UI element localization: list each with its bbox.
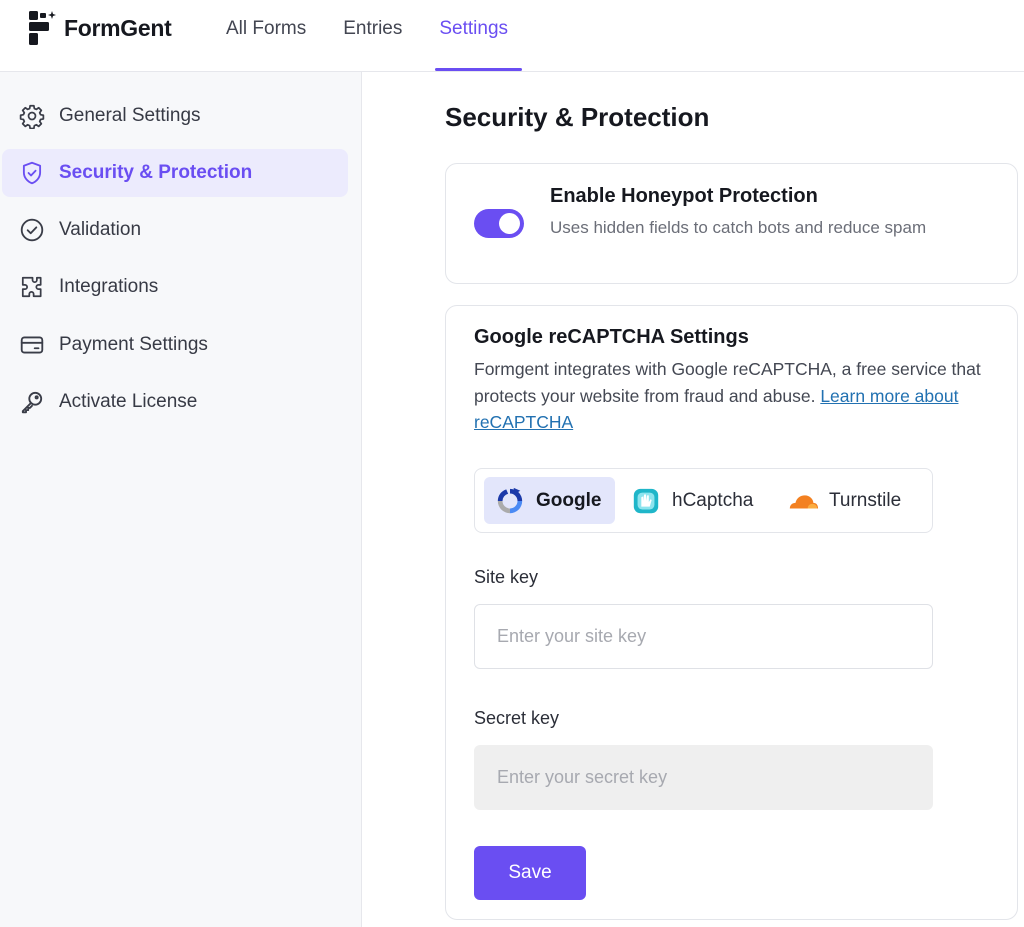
settings-sidebar: General Settings Security & Protection V… <box>0 72 362 927</box>
provider-google[interactable]: Google <box>484 477 615 524</box>
gear-icon <box>18 102 46 130</box>
save-button[interactable]: Save <box>474 846 586 900</box>
provider-turnstile[interactable]: Turnstile <box>787 477 927 524</box>
logo[interactable]: FormGent <box>28 10 172 46</box>
nav-all-forms[interactable]: All Forms <box>212 0 320 72</box>
credit-card-icon <box>18 331 46 359</box>
sidebar-item-validation[interactable]: Validation <box>2 206 348 254</box>
sidebar-item-integrations[interactable]: Integrations <box>2 263 348 311</box>
honeypot-toggle[interactable] <box>474 209 524 238</box>
secret-key-label: Secret key <box>474 708 560 728</box>
site-key-label: Site key <box>474 567 539 587</box>
site-key-input[interactable] <box>474 604 933 669</box>
sidebar-item-payment-settings[interactable]: Payment Settings <box>2 321 348 369</box>
recaptcha-icon <box>494 485 526 517</box>
sidebar-item-label: Activate License <box>59 391 198 412</box>
hcaptcha-icon <box>630 485 662 517</box>
sidebar-item-activate-license[interactable]: Activate License <box>2 378 348 426</box>
main-nav: All Forms Entries Settings <box>212 0 531 72</box>
honeypot-description: Uses hidden fields to catch bots and red… <box>550 218 927 237</box>
provider-label: hCaptcha <box>672 489 754 511</box>
captcha-provider-selector: Google hCaptcha Turnstile <box>474 468 933 533</box>
recaptcha-card: Google reCAPTCHA Settings Formgent integ… <box>445 305 1018 920</box>
puzzle-icon <box>18 273 46 301</box>
sidebar-item-label: Payment Settings <box>59 334 208 355</box>
recaptcha-title: Google reCAPTCHA Settings <box>474 326 749 348</box>
sidebar-item-label: Validation <box>59 219 142 240</box>
sidebar-item-label: Security & Protection <box>59 162 253 183</box>
sidebar-item-general-settings[interactable]: General Settings <box>2 92 348 140</box>
honeypot-card: Enable Honeypot Protection Uses hidden f… <box>445 163 1018 284</box>
toggle-knob <box>499 213 520 234</box>
top-bar: FormGent All Forms Entries Settings <box>0 0 1024 72</box>
check-circle-icon <box>18 216 46 244</box>
provider-label: Google <box>536 489 602 511</box>
shield-check-icon <box>18 159 46 187</box>
formgent-logo-icon <box>29 11 56 45</box>
provider-hcaptcha[interactable]: hCaptcha <box>630 477 770 524</box>
cloudflare-icon <box>787 485 819 517</box>
provider-label: Turnstile <box>829 489 902 511</box>
sidebar-item-label: General Settings <box>59 105 201 126</box>
sidebar-item-label: Integrations <box>59 276 159 297</box>
page-title: Security & Protection <box>445 102 710 132</box>
secret-key-input[interactable] <box>474 745 933 810</box>
honeypot-title: Enable Honeypot Protection <box>550 185 818 207</box>
recaptcha-description: Formgent integrates with Google reCAPTCH… <box>474 356 994 436</box>
brand-name: FormGent <box>64 14 172 41</box>
key-icon <box>18 388 46 416</box>
nav-settings[interactable]: Settings <box>425 0 522 72</box>
nav-entries[interactable]: Entries <box>329 0 416 72</box>
sidebar-item-security-protection[interactable]: Security & Protection <box>2 149 348 197</box>
